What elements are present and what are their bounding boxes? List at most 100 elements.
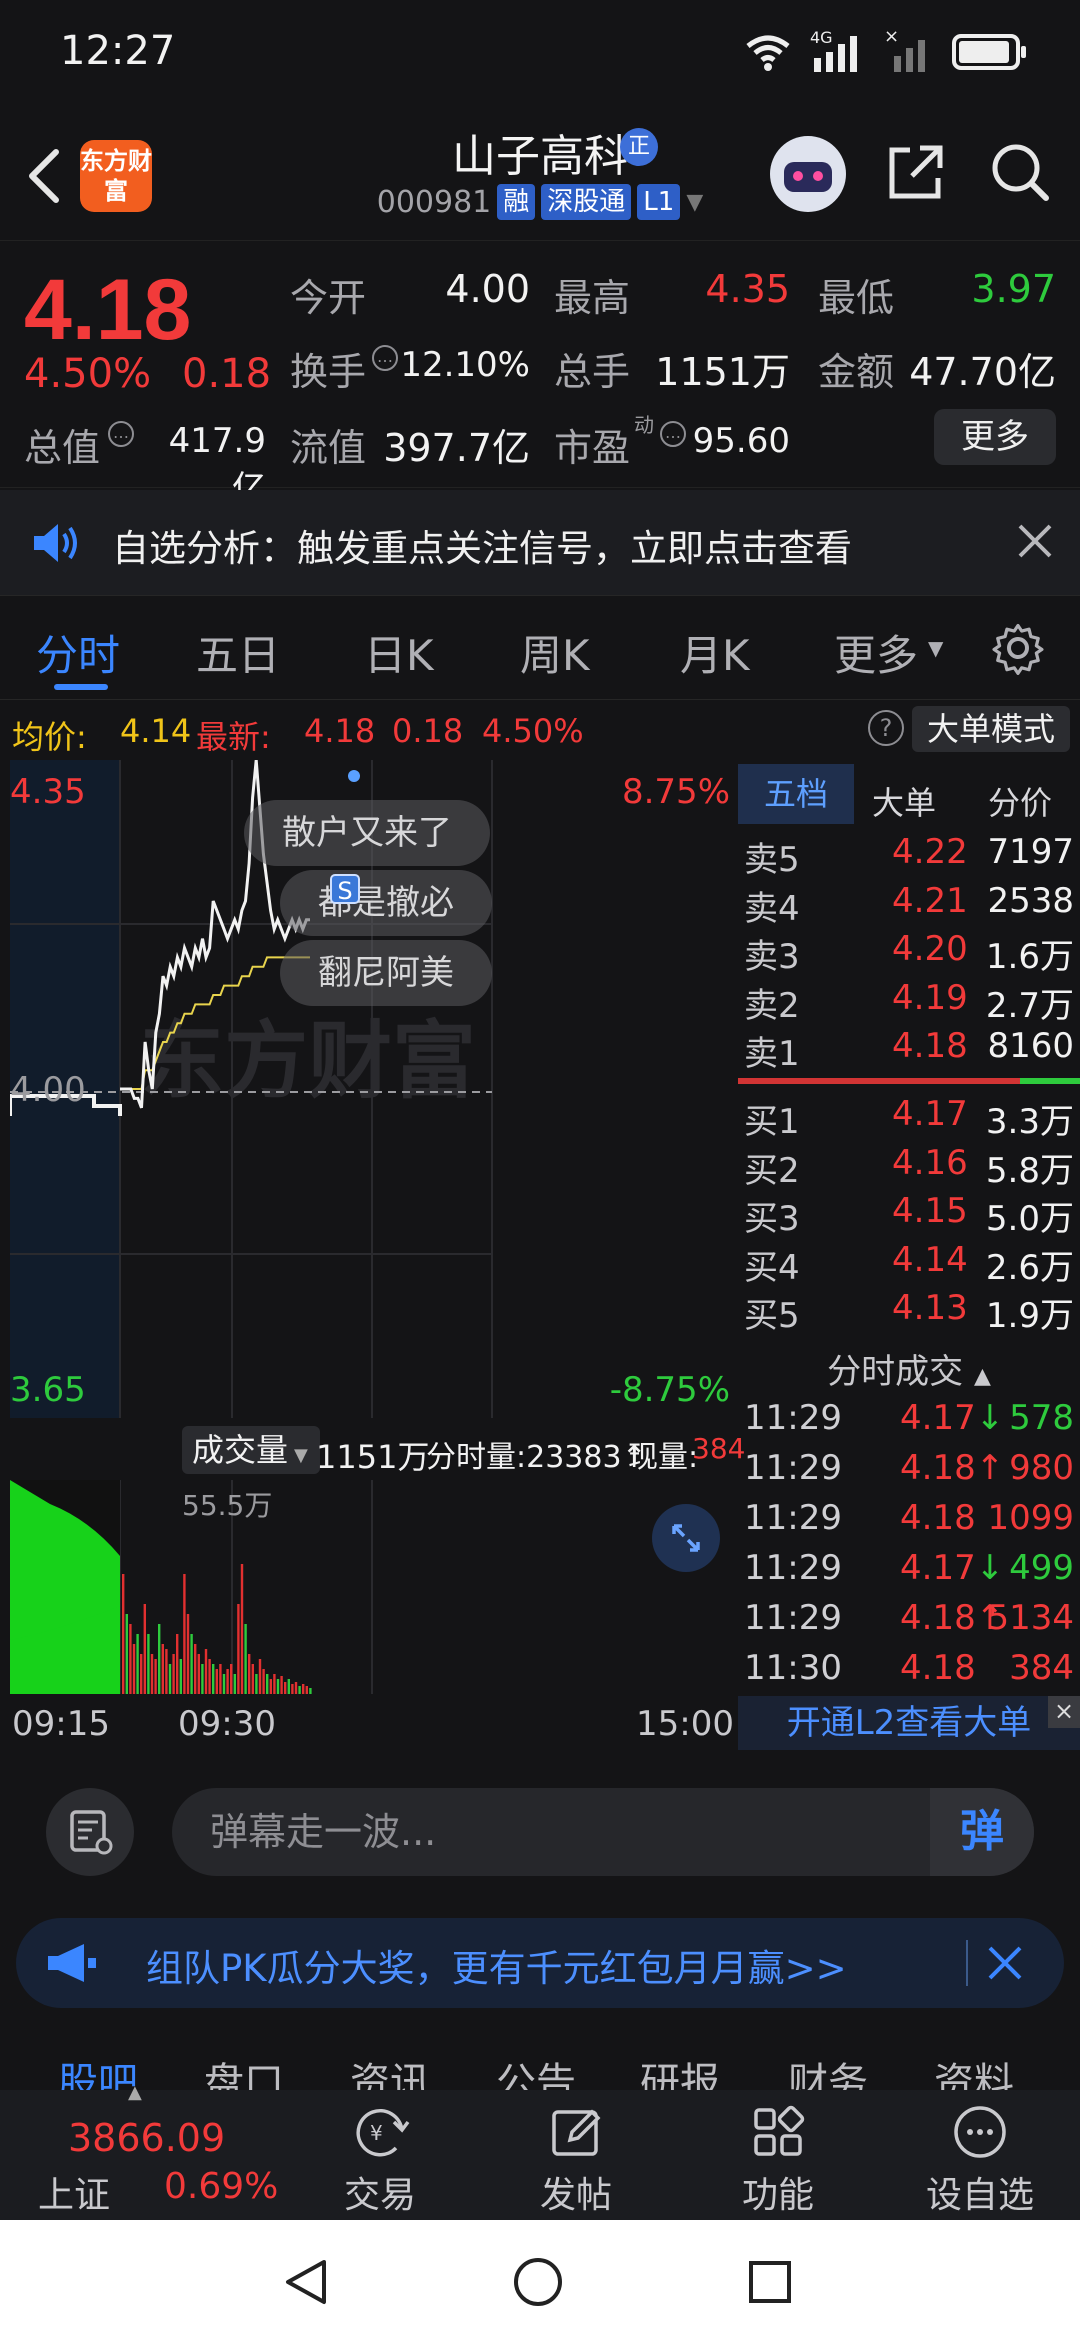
volume-selector-label: 成交量 xyxy=(192,1431,289,1469)
share-icon[interactable] xyxy=(884,140,948,204)
bid-row[interactable]: 买1 4.17 3.3万 xyxy=(738,1094,1080,1142)
home-circle-icon[interactable] xyxy=(512,2256,564,2308)
expand-icon[interactable] xyxy=(652,1504,720,1572)
ask-row[interactable]: 卖2 4.19 2.7万 xyxy=(738,978,1080,1026)
pct-top-label: 8.75% xyxy=(621,772,730,812)
tab-day-k[interactable]: 日K xyxy=(364,622,434,683)
volume-bar xyxy=(129,1624,132,1694)
search-icon[interactable] xyxy=(988,140,1052,204)
volume-bar xyxy=(222,1674,226,1694)
tab-five-day[interactable]: 五日 xyxy=(196,622,280,683)
caret-down-icon[interactable]: ▼ xyxy=(928,636,943,660)
danmu-input[interactable]: 弹幕走一波... xyxy=(172,1788,1034,1876)
close-icon[interactable]: × xyxy=(1048,1696,1080,1728)
open-l2-button[interactable]: 开通L2查看大单 xyxy=(738,1696,1080,1750)
signal-marker[interactable]: S xyxy=(330,874,360,905)
tick-row: 11:29 4.17↓ 578 xyxy=(738,1398,1080,1448)
status-icons: 4G × xyxy=(744,26,1026,74)
danmu-bubble: 都是撤必 xyxy=(280,870,492,936)
nav-post[interactable]: 发帖 xyxy=(536,2102,616,2218)
info-circle-icon[interactable]: … xyxy=(660,421,686,447)
volume-bar xyxy=(208,1659,211,1694)
chevron-down-icon[interactable]: ▼ xyxy=(686,190,703,215)
back-triangle-icon[interactable] xyxy=(280,2256,332,2308)
tab-market[interactable]: 盘口 xyxy=(204,2050,284,2090)
volume-selector[interactable]: 成交量 ▼ xyxy=(182,1426,320,1474)
book-volume: 5.8万 xyxy=(985,1150,1074,1191)
nav-post-label: 发帖 xyxy=(539,2175,612,2216)
nav-trade[interactable]: ¥ 交易 xyxy=(340,2102,420,2218)
index-value[interactable]: 3866.09 xyxy=(68,2116,225,2160)
pe-label: 市盈 xyxy=(554,426,631,470)
volume-value: 1151万 xyxy=(655,350,790,394)
big-order-mode-button[interactable]: 大单模式 xyxy=(912,706,1070,752)
bid-row[interactable]: 买2 4.16 5.8万 xyxy=(738,1143,1080,1191)
tab-big-order[interactable]: 大单 xyxy=(872,778,936,824)
bid-row[interactable]: 买5 4.13 1.9万 xyxy=(738,1288,1080,1336)
more-dots-icon xyxy=(954,2106,1006,2158)
volume-bar xyxy=(194,1644,197,1694)
ask-row[interactable]: 卖4 4.21 2538 xyxy=(738,881,1080,929)
ask-row[interactable]: 卖3 4.20 1.6万 xyxy=(738,929,1080,977)
close-icon[interactable] xyxy=(1012,518,1058,564)
low-value: 3.97 xyxy=(971,267,1056,311)
volume-bar xyxy=(204,1649,208,1694)
promo-banner[interactable]: 组队PK瓜分大奖，更有千元红包月月赢>> xyxy=(16,1918,1064,2008)
nav-functions[interactable]: 功能 xyxy=(738,2102,818,2218)
avg-value: 4.14 xyxy=(120,712,192,750)
tab-week-k[interactable]: 周K xyxy=(520,622,590,683)
volume-bar xyxy=(150,1654,154,1694)
tab-more[interactable]: 更多 xyxy=(834,622,918,683)
robot-assistant-icon[interactable] xyxy=(770,136,846,212)
volume-bar xyxy=(212,1664,215,1694)
chart-period-tabs: 分时 五日 日K 周K 月K 更多 ▼ xyxy=(0,596,1080,700)
tab-five-level[interactable]: 五档 xyxy=(738,764,854,824)
order-book: 五档 大单 分价 卖5 4.22 7197 卖4 4.21 2538 卖3 4.20 1.6万卖… xyxy=(738,760,1080,1336)
intraday-chart[interactable]: 东方财富 4.35 4.00 3.65 8.75% -8.75% 散户又来了 都… xyxy=(10,760,734,1418)
ticks-title[interactable]: 分时成交 ▲ xyxy=(738,1344,1080,1393)
danmu-settings-icon[interactable] xyxy=(46,1788,134,1876)
tab-month-k[interactable]: 月K xyxy=(680,622,750,683)
bid-row[interactable]: 买4 4.14 2.6万 xyxy=(738,1240,1080,1288)
tab-intraday[interactable]: 分时 xyxy=(36,622,120,683)
caret-up-icon: ▲ xyxy=(128,2082,142,2103)
amount-label: 金额 xyxy=(818,350,895,394)
close-icon[interactable] xyxy=(982,1940,1028,1986)
recents-square-icon[interactable] xyxy=(744,2256,796,2308)
tab-news[interactable]: 资讯 xyxy=(350,2050,430,2090)
avg-label: 均价: xyxy=(12,718,87,756)
open-label: 今开 xyxy=(290,276,367,320)
volume-bar xyxy=(140,1654,143,1694)
ask-row[interactable]: 卖5 4.22 7197 xyxy=(738,832,1080,880)
tab-finance[interactable]: 财务 xyxy=(788,2050,868,2090)
more-quote-button[interactable]: 更多 xyxy=(934,409,1056,465)
y-mid-label: 4.00 xyxy=(10,1070,86,1110)
turnover-value: 12.10% xyxy=(400,345,530,385)
book-level-label: 买4 xyxy=(744,1247,800,1288)
tab-announcements[interactable]: 公告 xyxy=(496,2050,576,2090)
volume-chart[interactable]: 55.5万 xyxy=(10,1480,734,1694)
tick-price: 4.18 xyxy=(900,1498,976,1538)
watermark: 东方财富 xyxy=(140,1012,476,1110)
book-level-label: 买5 xyxy=(744,1296,800,1336)
volume-bar xyxy=(269,1679,272,1694)
volume-bar xyxy=(291,1684,294,1694)
tab-price-dist[interactable]: 分价 xyxy=(988,778,1052,824)
danmu-send-button[interactable]: 弹 xyxy=(930,1788,1034,1876)
info-circle-icon[interactable]: … xyxy=(108,421,134,447)
index-name: 上证 xyxy=(38,2175,111,2216)
tab-research[interactable]: 研报 xyxy=(640,2050,720,2090)
info-circle-icon[interactable]: … xyxy=(372,345,398,371)
ask-row[interactable]: 卖1 4.18 8160 xyxy=(738,1026,1080,1074)
tab-profile[interactable]: 资料 xyxy=(934,2050,1014,2090)
tab-forum[interactable]: 股吧 xyxy=(58,2050,138,2090)
notice-bar[interactable]: 自选分析：触发重点关注信号，立即点击查看 xyxy=(0,490,1080,596)
tick-volume: 980 xyxy=(1009,1448,1074,1488)
help-icon[interactable]: ? xyxy=(868,710,904,746)
volume-bar xyxy=(294,1682,298,1694)
nav-add-watchlist[interactable]: 设自选 xyxy=(920,2102,1040,2218)
book-volume: 8160 xyxy=(987,1026,1074,1066)
gear-icon[interactable] xyxy=(990,620,1046,676)
danmu-bubble: 翻尼阿美 xyxy=(280,940,492,1006)
bid-row[interactable]: 买3 4.15 5.0万 xyxy=(738,1191,1080,1239)
